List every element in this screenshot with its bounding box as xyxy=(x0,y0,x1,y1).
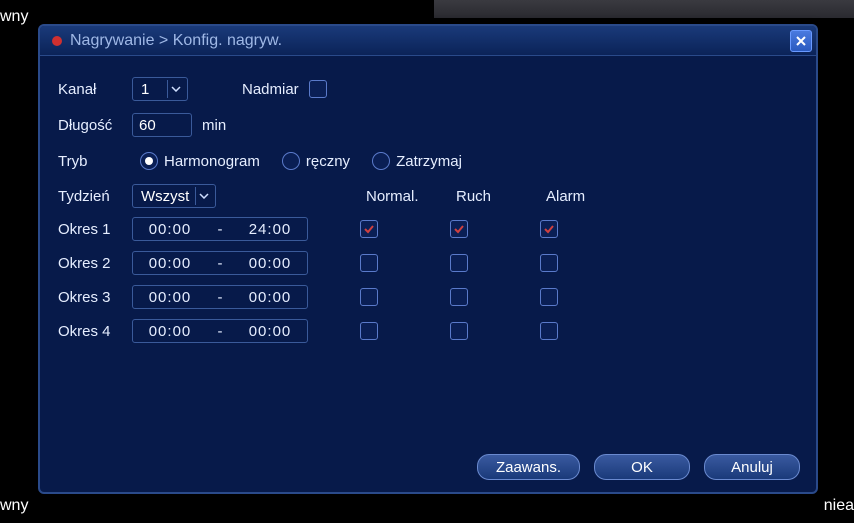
period2-time[interactable]: 00:00 - 00:00 xyxy=(132,251,308,275)
redundancy-group: Nadmiar xyxy=(242,80,327,98)
period-row-3: Okres 3 00:00 - 00:00 xyxy=(58,284,798,310)
row-channel: Kanał 1 Nadmiar xyxy=(58,76,798,102)
period4-label: Okres 4 xyxy=(58,323,132,340)
week-select[interactable]: Wszyst xyxy=(132,184,216,208)
period-row-2: Okres 2 00:00 - 00:00 xyxy=(58,250,798,276)
col-motion: Ruch xyxy=(456,188,546,205)
period1-alarm-checkbox[interactable] xyxy=(540,220,558,238)
length-unit: min xyxy=(202,117,226,134)
period-row-1: Okres 1 00:00 - 24:00 xyxy=(58,216,798,242)
period4-time[interactable]: 00:00 - 00:00 xyxy=(132,319,308,343)
mode-option-manual[interactable]: ręczny xyxy=(282,152,350,170)
bg-label-bottom-right: niea xyxy=(824,497,854,515)
period2-label: Okres 2 xyxy=(58,255,132,272)
period2-alarm-checkbox[interactable] xyxy=(540,254,558,272)
mode-manual-label: ręczny xyxy=(306,153,350,170)
radio-schedule[interactable] xyxy=(140,152,158,170)
mode-option-schedule[interactable]: Harmonogram xyxy=(140,152,260,170)
dash-icon: - xyxy=(213,289,227,306)
period1-motion-checkbox[interactable] xyxy=(450,220,468,238)
period2-normal-checkbox[interactable] xyxy=(360,254,378,272)
dropdown-arrow-icon xyxy=(167,80,183,98)
period4-normal-checkbox[interactable] xyxy=(360,322,378,340)
bg-label-top-left: wny xyxy=(0,8,28,26)
period3-time[interactable]: 00:00 - 00:00 xyxy=(132,285,308,309)
redundancy-checkbox[interactable] xyxy=(309,80,327,98)
mode-option-stop[interactable]: Zatrzymaj xyxy=(372,152,462,170)
row-week-headers: Tydzień Wszyst Normal. Ruch Alarm xyxy=(58,184,798,208)
channel-label: Kanał xyxy=(58,81,132,98)
period2-motion-checkbox[interactable] xyxy=(450,254,468,272)
length-label: Długość xyxy=(58,117,132,134)
dialog-footer: Zaawans. OK Anuluj xyxy=(477,454,800,480)
bg-camera-strip xyxy=(434,0,854,18)
titlebar: Nagrywanie > Konfig. nagryw. xyxy=(40,26,816,56)
period3-start: 00:00 xyxy=(141,289,199,306)
dash-icon: - xyxy=(213,221,227,238)
record-icon xyxy=(50,34,64,48)
period2-end: 00:00 xyxy=(241,255,299,272)
redundancy-label: Nadmiar xyxy=(242,81,299,98)
period3-motion-checkbox[interactable] xyxy=(450,288,468,306)
bg-label-bottom-left: wny xyxy=(0,497,28,515)
period1-start: 00:00 xyxy=(141,221,199,238)
cancel-button[interactable]: Anuluj xyxy=(704,454,800,480)
col-normal: Normal. xyxy=(366,188,456,205)
length-value: 60 xyxy=(139,117,156,134)
week-label: Tydzień xyxy=(58,188,132,205)
radio-manual[interactable] xyxy=(282,152,300,170)
dialog-title: Nagrywanie > Konfig. nagryw. xyxy=(70,32,282,50)
dash-icon: - xyxy=(213,255,227,272)
record-config-dialog: Nagrywanie > Konfig. nagryw. Kanał 1 Nad… xyxy=(38,24,818,494)
period1-normal-checkbox[interactable] xyxy=(360,220,378,238)
period3-normal-checkbox[interactable] xyxy=(360,288,378,306)
period4-alarm-checkbox[interactable] xyxy=(540,322,558,340)
row-length: Długość 60 min xyxy=(58,112,798,138)
row-mode: Tryb Harmonogram ręczny Zatrzymaj xyxy=(58,148,798,174)
period4-start: 00:00 xyxy=(141,323,199,340)
advanced-button[interactable]: Zaawans. xyxy=(477,454,580,480)
length-input[interactable]: 60 xyxy=(132,113,192,137)
period4-motion-checkbox[interactable] xyxy=(450,322,468,340)
radio-stop[interactable] xyxy=(372,152,390,170)
channel-select[interactable]: 1 xyxy=(132,77,188,101)
dropdown-arrow-icon xyxy=(195,187,211,205)
ok-button[interactable]: OK xyxy=(594,454,690,480)
period3-end: 00:00 xyxy=(241,289,299,306)
period1-time[interactable]: 00:00 - 24:00 xyxy=(132,217,308,241)
close-button[interactable] xyxy=(790,30,812,52)
period3-label: Okres 3 xyxy=(58,289,132,306)
mode-stop-label: Zatrzymaj xyxy=(396,153,462,170)
period-row-4: Okres 4 00:00 - 00:00 xyxy=(58,318,798,344)
dialog-content: Kanał 1 Nadmiar Długość 60 min Tryb xyxy=(40,56,816,362)
period2-start: 00:00 xyxy=(141,255,199,272)
period4-end: 00:00 xyxy=(241,323,299,340)
week-value: Wszyst xyxy=(141,188,191,205)
channel-value: 1 xyxy=(141,81,163,98)
period1-end: 24:00 xyxy=(241,221,299,238)
period1-label: Okres 1 xyxy=(58,221,132,238)
period3-alarm-checkbox[interactable] xyxy=(540,288,558,306)
col-alarm: Alarm xyxy=(546,188,636,205)
dash-icon: - xyxy=(213,323,227,340)
mode-label: Tryb xyxy=(58,153,132,170)
mode-schedule-label: Harmonogram xyxy=(164,153,260,170)
